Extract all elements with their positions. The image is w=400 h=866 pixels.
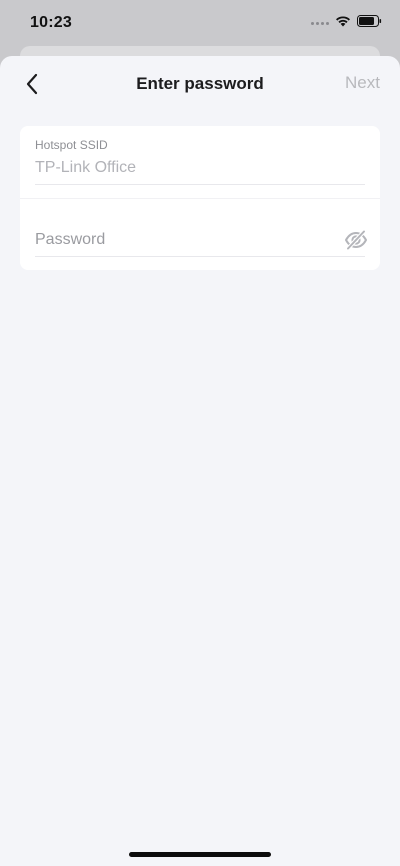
status-icons [311,14,382,32]
cellular-signal-icon [311,21,329,25]
next-button[interactable]: Next [345,73,380,93]
ssid-underline [35,184,365,185]
password-underline [35,256,365,257]
eye-slash-icon [345,230,367,250]
ssid-field: Hotspot SSID TP-Link Office [20,126,380,198]
nav-bar: Enter password Next [0,56,400,112]
home-indicator [129,852,271,857]
wifi-icon [335,14,351,32]
back-button[interactable] [18,70,46,98]
password-input[interactable] [35,226,335,254]
enter-password-sheet: Enter password Next Hotspot SSID TP-Link… [0,56,400,866]
page-title: Enter password [136,74,264,93]
form-card: Hotspot SSID TP-Link Office [20,126,380,270]
chevron-left-icon [26,73,38,95]
status-bar: 10:23 [0,0,400,46]
ssid-value: TP-Link Office [35,159,137,176]
ssid-label: Hotspot SSID [35,138,108,152]
screen: 10:23 Enter password Next Hotspot SSID T… [0,0,400,866]
password-visibility-toggle[interactable] [343,228,369,252]
status-time: 10:23 [30,14,72,31]
password-field [20,198,380,270]
battery-icon [357,14,382,32]
